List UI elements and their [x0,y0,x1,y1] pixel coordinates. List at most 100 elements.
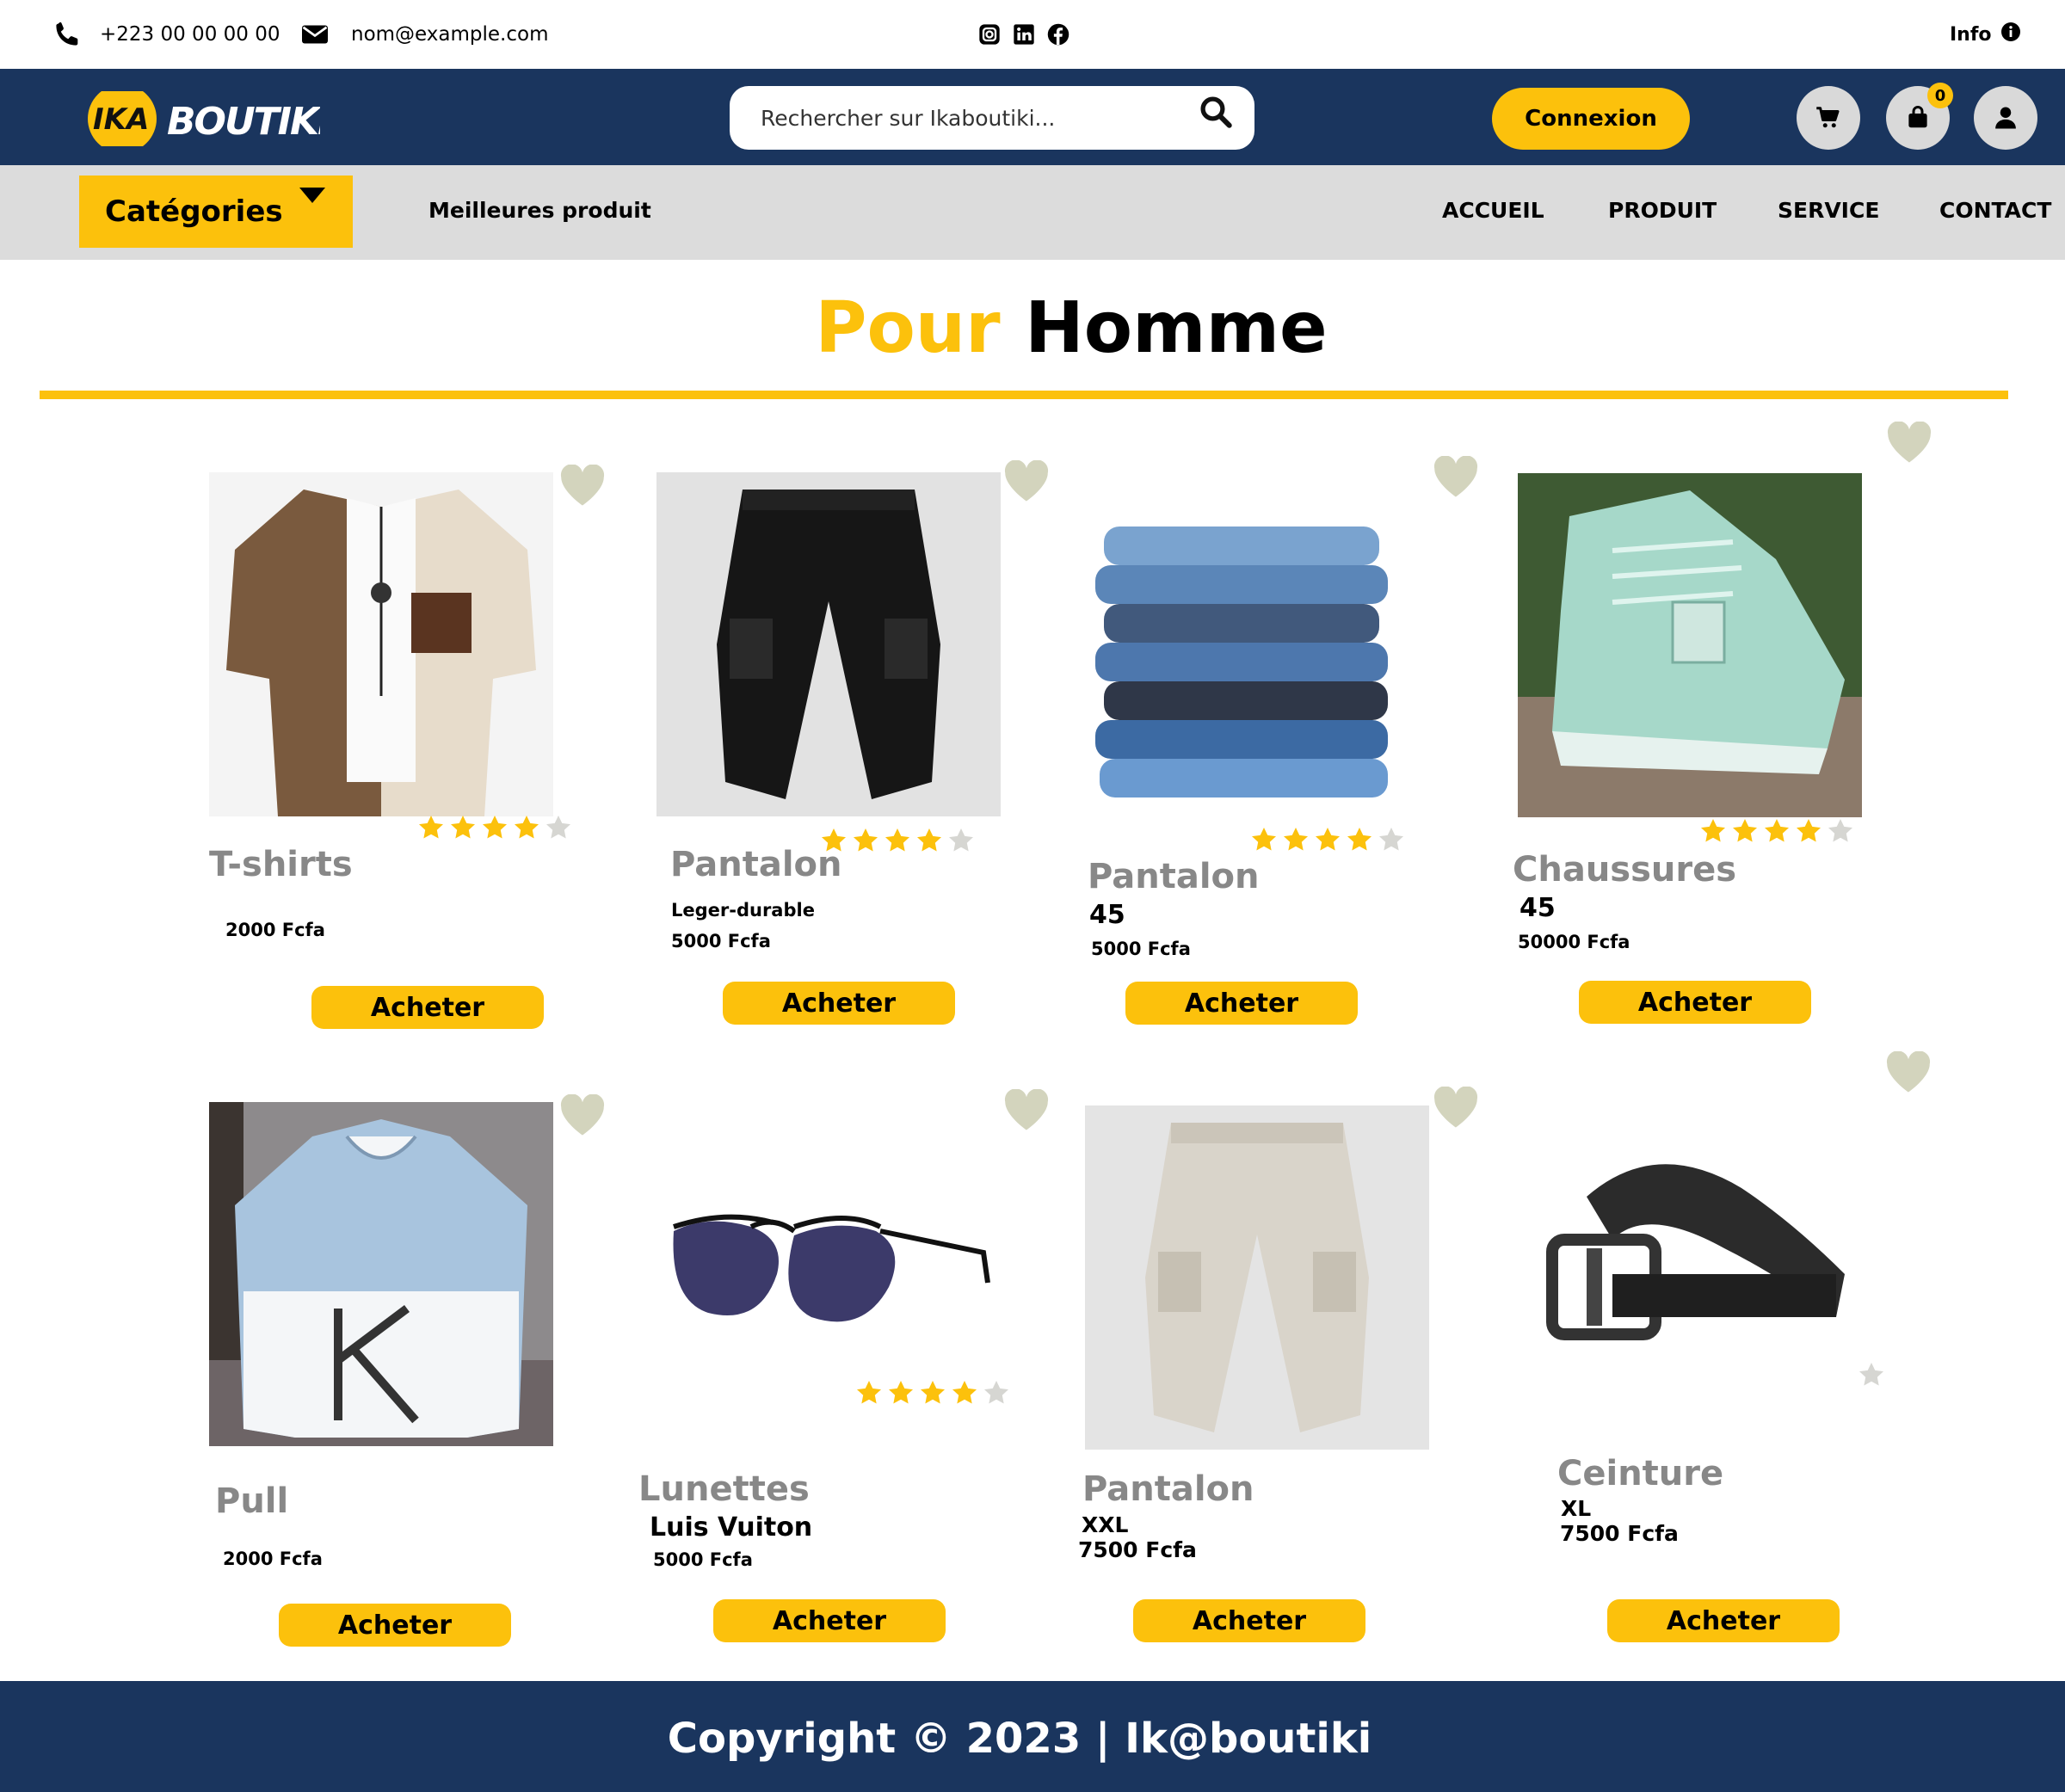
user-icon [1995,107,2016,129]
star-icon [483,816,507,839]
star-icon [1347,828,1372,851]
product-image-sneaker[interactable] [1518,473,1862,817]
social-links [977,22,1070,46]
star-icon [1797,819,1821,842]
product-image-shirt[interactable] [209,472,553,816]
info-link[interactable]: Info [1950,22,2021,46]
product-name[interactable]: Ceinture [1557,1454,1723,1493]
buy-button[interactable]: Acheter [279,1604,511,1647]
rating-stars [819,827,976,854]
product-price: 2000 Fcfa [225,920,325,940]
title-main: Homme [1025,287,1328,369]
nav-contact[interactable]: CONTACT [1939,198,2051,223]
star-icon [1379,828,1403,851]
product-image-hoodie[interactable] [209,1102,553,1446]
buy-button[interactable]: Acheter [311,986,544,1029]
product-name[interactable]: Lunettes [638,1469,810,1509]
favorite-heart-icon[interactable] [1003,1089,1050,1132]
nav-service[interactable]: SERVICE [1778,198,1879,223]
star-icon [889,1381,913,1404]
product-name[interactable]: Chaussures [1513,850,1736,890]
phone-number: +223 00 00 00 00 [100,23,280,46]
favorite-heart-icon[interactable] [1433,1087,1479,1130]
categories-dropdown[interactable]: Catégories [79,176,353,248]
bag-count-badge: 0 [1927,83,1953,108]
product-name[interactable]: T-shirts [209,845,353,884]
navigation-bar: Catégories Meilleures produit ACCUEIL PR… [0,165,2065,260]
product-image-belt[interactable] [1518,1102,1862,1446]
phone-contact[interactable]: +223 00 00 00 00 [52,19,280,50]
favorite-heart-icon[interactable] [1003,460,1050,503]
shopping-bag-icon [1908,106,1927,128]
buy-button[interactable]: Acheter [1607,1599,1840,1642]
search-bar[interactable]: Rechercher sur Ikaboutiki... [730,86,1254,150]
favorite-heart-icon[interactable] [559,1094,606,1137]
cart-button[interactable] [1797,86,1860,150]
star-icon [1828,819,1852,842]
product-image-black-pants[interactable] [656,472,1001,816]
info-label: Info [1950,24,1992,46]
product-name[interactable]: Pantalon [1082,1469,1254,1509]
search-input[interactable]: Rechercher sur Ikaboutiki... [761,106,1198,131]
buy-button[interactable]: Acheter [1133,1599,1365,1642]
favorite-heart-icon[interactable] [1433,456,1479,499]
buy-button[interactable]: Acheter [1125,982,1358,1025]
product-name[interactable]: Pantalon [1088,857,1260,896]
product-detail: XXL [1082,1512,1129,1537]
product-price: 5000 Fcfa [653,1549,753,1570]
product-name[interactable]: Pull [215,1481,288,1521]
envelope-icon [302,25,328,44]
title-accent: Pour [815,287,1001,369]
buy-button[interactable]: Acheter [713,1599,946,1642]
nav-accueil[interactable]: ACCUEIL [1442,198,1544,223]
email-contact[interactable]: nom@example.com [299,19,548,50]
star-icon [885,828,909,852]
bag-button[interactable]: 0 [1886,83,1953,150]
rating-stars [854,1379,1011,1407]
rating-stars [1698,817,1855,845]
star-icon [1316,828,1340,851]
linkedin-icon[interactable] [1012,22,1036,46]
ikaboutiki-logo[interactable]: IKA BOUTIKI [88,91,320,146]
instagram-icon[interactable] [977,22,1002,46]
product-price: 7500 Fcfa [1560,1521,1679,1546]
buy-button[interactable]: Acheter [723,982,955,1025]
product-image-jeans-stack[interactable] [1078,492,1422,836]
product-name[interactable]: Pantalon [670,845,842,884]
star-icon [1733,819,1757,842]
favorite-heart-icon[interactable] [1886,422,1932,465]
product-price: 5000 Fcfa [671,931,771,951]
categories-label: Catégories [105,194,283,229]
caret-down-icon [299,188,325,203]
top-contact-bar: +223 00 00 00 00 nom@example.com Info [0,0,2065,69]
star-icon [921,1381,945,1404]
star-icon [1765,819,1789,842]
product-image-beige-pants[interactable] [1085,1105,1429,1450]
star-icon [515,816,539,839]
star-icon [984,1381,1008,1404]
product-detail: 45 [1519,893,1556,923]
search-icon[interactable] [1198,94,1234,130]
star-icon [1701,819,1725,842]
star-icon [917,828,941,852]
email-address: nom@example.com [351,23,549,46]
rating-stars [416,814,573,841]
page-footer: Copyright © 2023 | Ik@boutiki [0,1681,2065,1792]
svg-text:IKA: IKA [93,102,149,137]
star-icon [419,816,443,839]
star-icon [857,1381,881,1404]
favorite-heart-icon[interactable] [559,465,606,508]
account-button[interactable] [1974,86,2037,150]
facebook-icon[interactable] [1046,22,1070,46]
buy-button[interactable]: Acheter [1579,981,1811,1024]
product-price: 2000 Fcfa [223,1549,323,1569]
product-detail: Luis Vuiton [650,1512,813,1543]
copyright-text: Copyright © 2023 | Ik@boutiki [667,1714,1372,1763]
login-button[interactable]: Connexion [1492,88,1690,150]
nav-produit[interactable]: PRODUIT [1608,198,1717,223]
favorite-heart-icon[interactable] [1885,1051,1932,1094]
product-detail: Leger-durable [671,900,815,921]
star-icon [451,816,475,839]
product-detail: XL [1561,1496,1592,1521]
best-products-link[interactable]: Meilleures produit [428,198,651,223]
